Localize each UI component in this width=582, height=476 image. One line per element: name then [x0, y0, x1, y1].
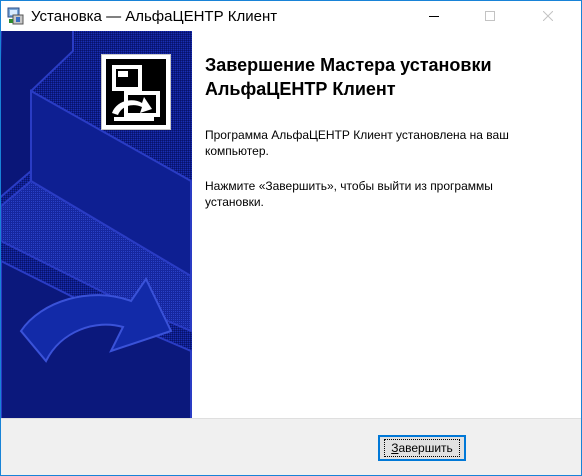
installer-window: Установка — АльфаЦЕНТР Клиент Завершение…	[0, 0, 582, 476]
maximize-icon	[485, 11, 495, 21]
installed-message-line-1: Программа АльфаЦЕНТР Клиент установлена …	[205, 128, 509, 142]
installer-icon	[7, 7, 25, 25]
minimize-button[interactable]	[411, 1, 457, 31]
wizard-footer	[1, 418, 581, 475]
finish-instruction-line-1: Нажмите «Завершить», чтобы выйти из прог…	[205, 179, 493, 193]
close-button[interactable]	[525, 1, 571, 31]
maximize-button[interactable]	[467, 1, 513, 31]
finish-label-rest: авершить	[398, 441, 453, 455]
finish-instruction-line-2: установки.	[205, 195, 264, 209]
heading-line-2: АльфаЦЕНТР Клиент	[205, 79, 396, 99]
completion-heading: Завершение Мастера установки АльфаЦЕНТР …	[205, 53, 565, 101]
heading-line-1: Завершение Мастера установки	[205, 55, 492, 75]
window-title: Установка — АльфаЦЕНТР Клиент	[31, 8, 278, 25]
finish-instruction: Нажмите «Завершить», чтобы выйти из прог…	[205, 178, 555, 210]
installed-message: Программа АльфаЦЕНТР Клиент установлена …	[205, 127, 555, 159]
title-bar[interactable]: Установка — АльфаЦЕНТР Клиент	[1, 1, 581, 31]
installed-message-line-2: компьютер.	[205, 144, 269, 158]
wizard-logo	[101, 54, 171, 130]
computer-install-icon	[106, 59, 166, 125]
finish-button-label: Завершить	[384, 439, 460, 457]
close-icon	[543, 11, 553, 21]
finish-button[interactable]: Завершить	[378, 435, 466, 461]
minimize-icon	[429, 16, 439, 17]
